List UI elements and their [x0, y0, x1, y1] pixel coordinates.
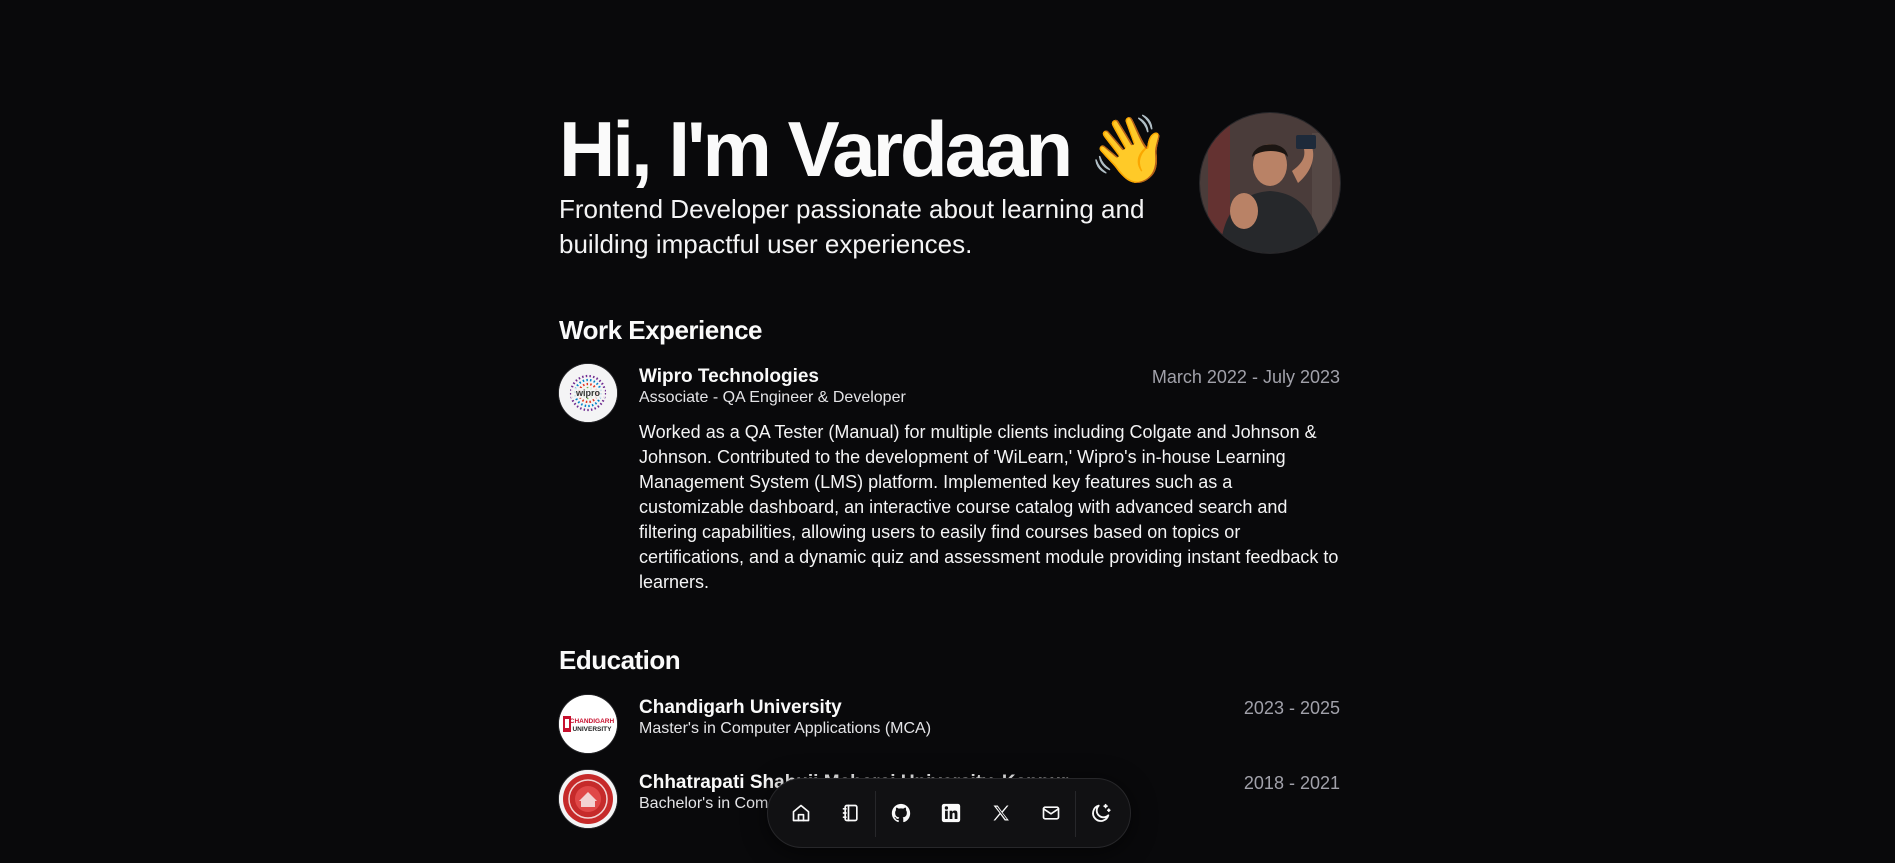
education-dates: 2023 - 2025: [1243, 698, 1340, 718]
hero-subtitle: Frontend Developer passionate about lear…: [559, 194, 1145, 259]
x-icon: [993, 805, 1009, 821]
hero-title: Hi, I'm Vardaan 👋: [559, 104, 1170, 195]
chandigarh-university-logo-icon: CHANDIGARH UNIVERSITY: [559, 695, 617, 753]
wipro-logo-icon: wipro: [559, 364, 617, 422]
avatar: [1200, 113, 1340, 253]
linkedin-icon: [941, 803, 961, 823]
profile-photo-icon: [1200, 113, 1340, 253]
school-name: Chandigarh University: [639, 697, 842, 718]
job-description: Worked as a QA Tester (Manual) for multi…: [639, 422, 1339, 592]
degree-name: Master's in Computer Applications (MCA): [639, 720, 932, 737]
mail-icon: [1042, 806, 1060, 820]
github-button[interactable]: [884, 796, 918, 830]
education-heading: Education: [559, 645, 681, 675]
floating-dock: [767, 778, 1131, 848]
work-experience-heading: Work Experience: [559, 315, 763, 345]
home-button[interactable]: [784, 796, 818, 830]
education-dates: 2018 - 2021: [1243, 773, 1340, 793]
notebook-icon: [842, 804, 858, 822]
dock-separator: [875, 791, 876, 837]
job-role: Associate - QA Engineer & Developer: [639, 389, 906, 406]
github-icon: [891, 803, 911, 823]
wipro-logo-text: wipro: [575, 388, 601, 398]
linkedin-button[interactable]: [934, 796, 968, 830]
theme-toggle-button[interactable]: [1084, 796, 1118, 830]
portfolio-page: Hi, I'm Vardaan 👋 Frontend Developer pass…: [0, 0, 1895, 863]
hero-section: Hi, I'm Vardaan 👋 Frontend Developer pass…: [559, 104, 1340, 264]
chandigarh-logo-text-2: UNIVERSITY: [572, 726, 612, 733]
x-twitter-button[interactable]: [984, 796, 1018, 830]
dock-separator: [1075, 791, 1076, 837]
job-dates: March 2022 - July 2023: [1151, 367, 1340, 387]
csjmu-logo: [559, 770, 617, 828]
home-icon: [792, 804, 810, 822]
chandigarh-university-logo: CHANDIGARH UNIVERSITY: [559, 695, 617, 753]
wipro-logo: wipro: [559, 364, 617, 422]
email-button[interactable]: [1034, 796, 1068, 830]
csjmu-seal-icon: [559, 770, 617, 828]
hero-title-text: Hi, I'm Vardaan: [559, 105, 1073, 193]
chandigarh-logo-text-1: CHANDIGARH: [570, 718, 615, 725]
blog-button[interactable]: [834, 796, 868, 830]
company-name: Wipro Technologies: [639, 366, 819, 387]
waving-hand-emoji: 👋: [1088, 111, 1171, 188]
theme-toggle-icon: [1092, 803, 1111, 822]
